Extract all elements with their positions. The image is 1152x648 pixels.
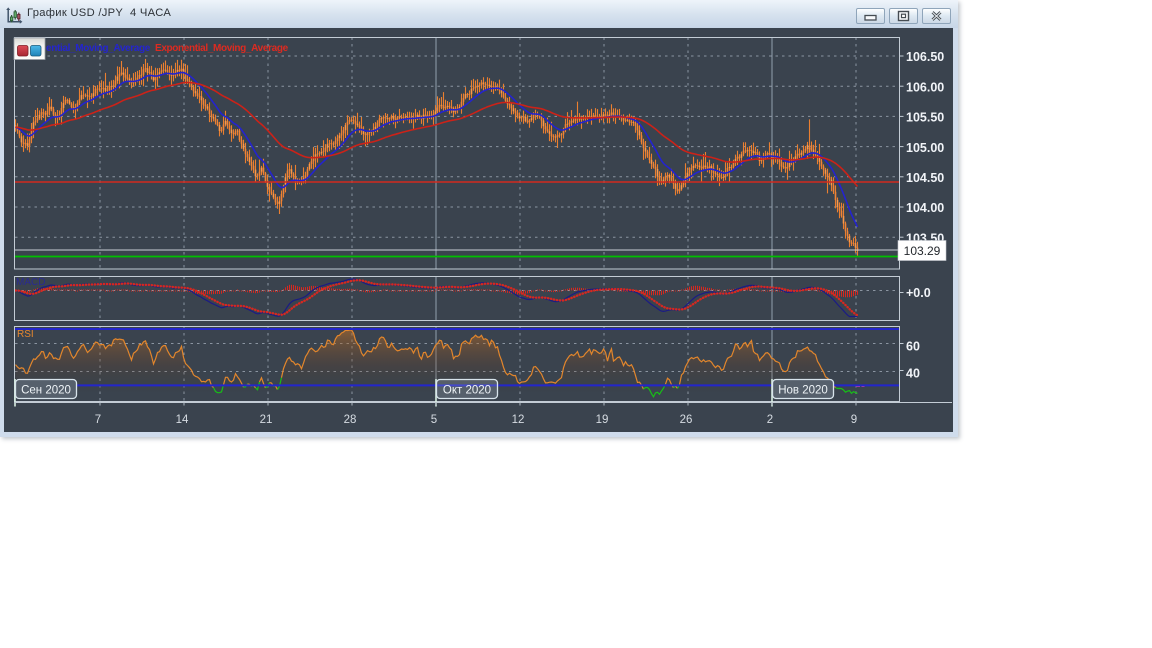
- svg-text:104.50: 104.50: [906, 171, 944, 185]
- svg-text:2: 2: [767, 414, 773, 426]
- svg-text:RSI: RSI: [17, 329, 34, 340]
- svg-text:ential_Moving_Average: ential_Moving_Average: [46, 43, 151, 54]
- svg-text:14: 14: [176, 414, 189, 426]
- svg-text:103.29: 103.29: [904, 244, 941, 258]
- svg-text:Окт 2020: Окт 2020: [443, 385, 491, 397]
- svg-text:21: 21: [260, 414, 273, 426]
- svg-text:7: 7: [95, 414, 101, 426]
- svg-text:12: 12: [512, 414, 525, 426]
- svg-text:Сен 2020: Сен 2020: [21, 385, 71, 397]
- svg-text:105.50: 105.50: [906, 111, 944, 125]
- svg-text:106.00: 106.00: [906, 80, 944, 94]
- svg-text:40: 40: [906, 367, 920, 381]
- svg-text:19: 19: [596, 414, 609, 426]
- svg-text:105.00: 105.00: [906, 141, 944, 155]
- svg-text:106.50: 106.50: [906, 50, 944, 64]
- svg-text:5: 5: [431, 414, 437, 426]
- svg-text:Exponential_Moving_Average: Exponential_Moving_Average: [155, 43, 289, 54]
- svg-text:104.00: 104.00: [906, 201, 944, 215]
- svg-text:28: 28: [344, 414, 357, 426]
- svg-text:+0.0: +0.0: [906, 286, 931, 300]
- svg-text:Нов 2020: Нов 2020: [778, 385, 828, 397]
- svg-text:26: 26: [680, 414, 693, 426]
- svg-text:MACD: MACD: [16, 277, 45, 288]
- svg-text:9: 9: [851, 414, 857, 426]
- svg-text:60: 60: [906, 340, 920, 354]
